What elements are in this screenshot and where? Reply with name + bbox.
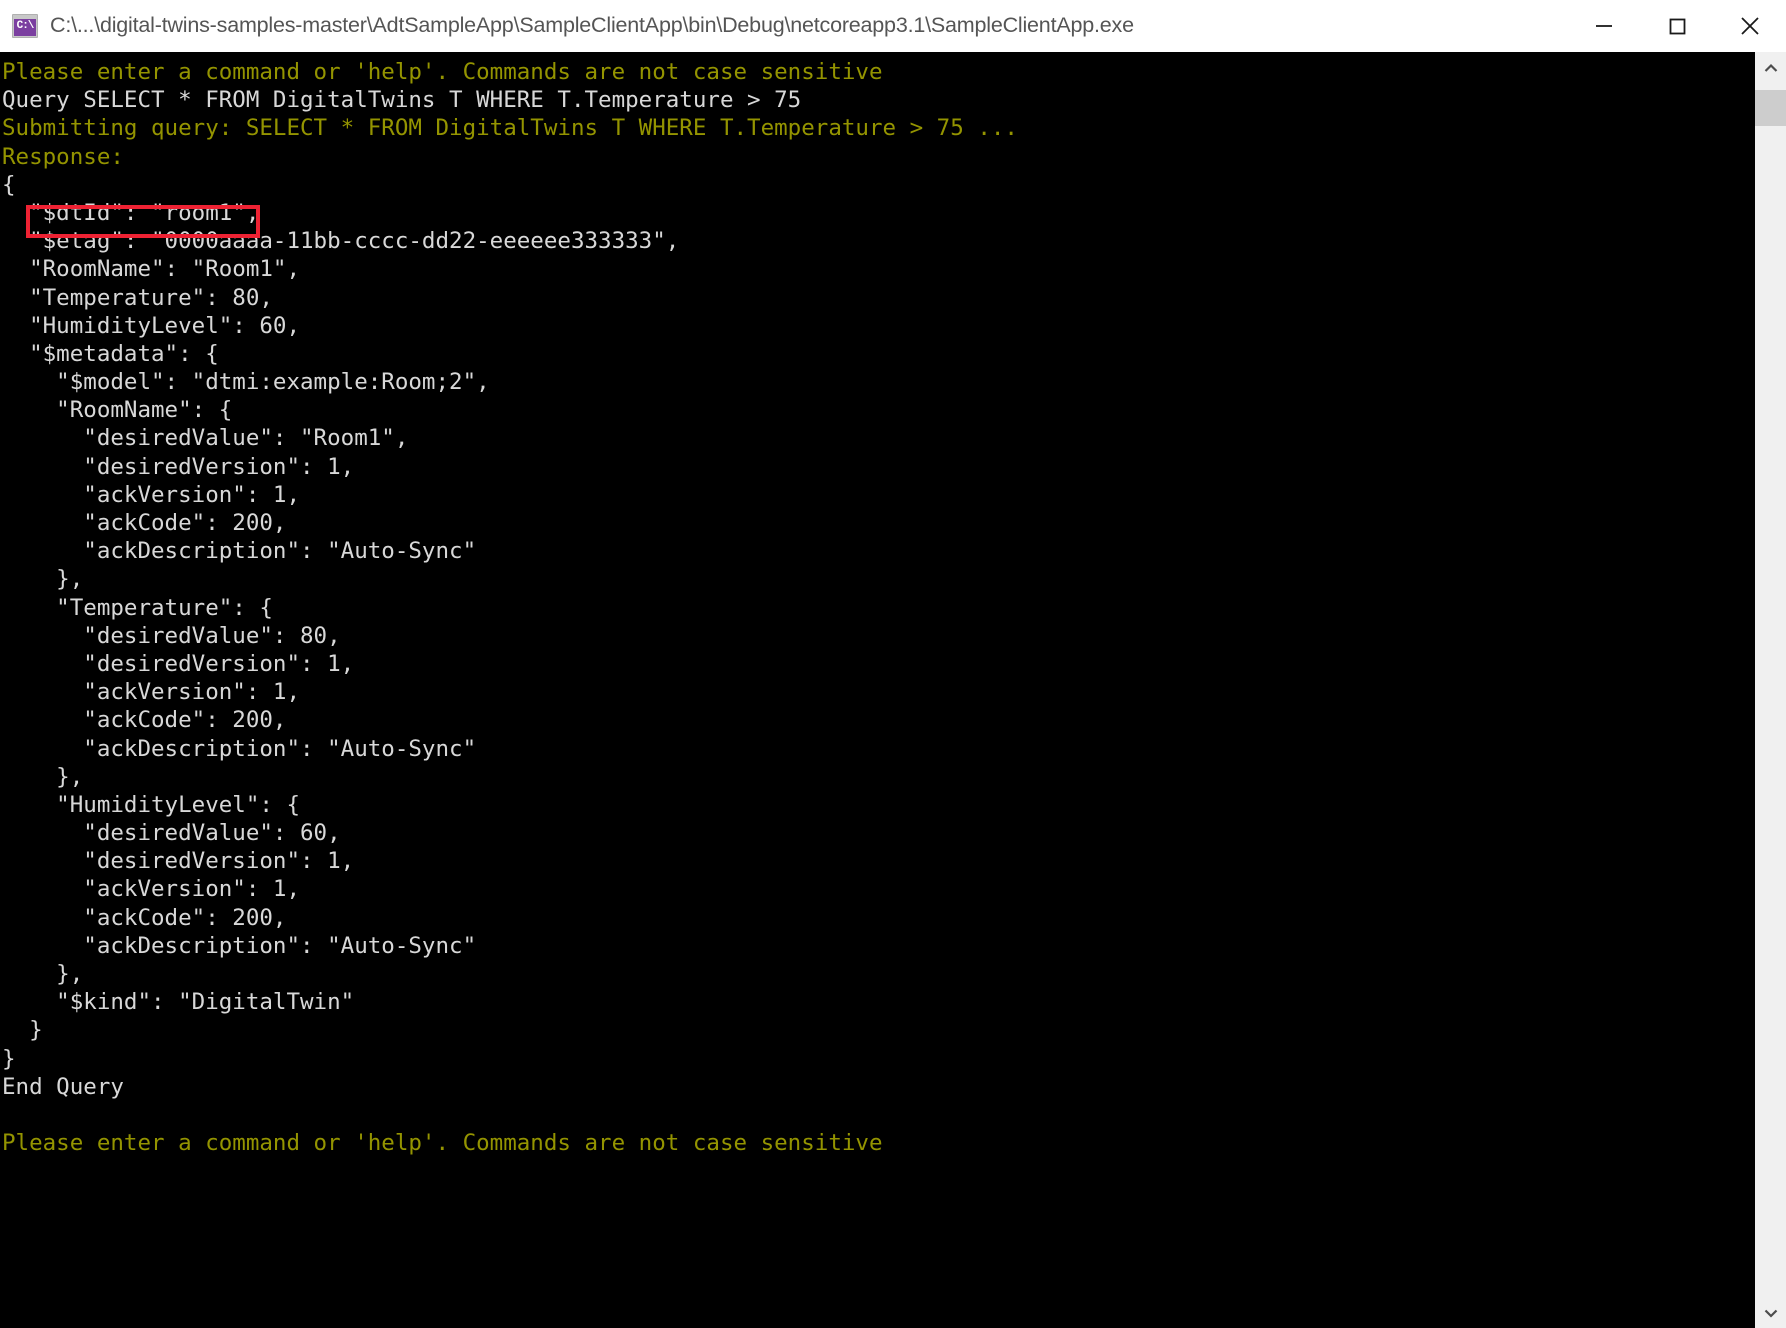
vertical-scrollbar[interactable] <box>1755 52 1786 1328</box>
console-line: "Temperature": 80, <box>2 284 273 311</box>
console-line: "desiredValue": 80, <box>2 622 341 649</box>
console-line: "ackCode": 200, <box>2 904 287 931</box>
console-line: "desiredVersion": 1, <box>2 848 355 875</box>
console-line: "$model": "dtmi:example:Room;2", <box>2 369 490 396</box>
console-line: "desiredVersion": 1, <box>2 453 355 480</box>
console-line: "$etag": "0000aaaa-11bb-cccc-dd22-eeeeee… <box>2 228 680 255</box>
scroll-up-button[interactable] <box>1755 52 1786 83</box>
minimize-button[interactable] <box>1567 0 1640 52</box>
console-line: Please enter a command or 'help'. Comman… <box>2 1130 883 1157</box>
console-line: "$dtId": "room1", <box>2 199 260 226</box>
console-window: C:\ C:\...\digital-twins-samples-master\… <box>0 0 1786 1328</box>
console-line: "ackVersion": 1, <box>2 876 301 903</box>
console-line: "desiredValue": "Room1", <box>2 425 409 452</box>
console-line: "RoomName": { <box>2 397 233 424</box>
console-cmd-icon: C:\ <box>12 13 38 38</box>
console-line: } <box>2 1045 16 1072</box>
console-line: "ackDescription": "Auto-Sync" <box>2 735 477 762</box>
console-line: "HumidityLevel": { <box>2 791 301 818</box>
console-output-area[interactable]: Please enter a command or 'help'. Comman… <box>0 52 1755 1328</box>
title-bar: C:\ C:\...\digital-twins-samples-master\… <box>0 0 1786 52</box>
console-line: "$kind": "DigitalTwin" <box>2 989 355 1016</box>
console-line: "desiredValue": 60, <box>2 820 341 847</box>
console-line: Submitting query: SELECT * FROM DigitalT… <box>2 115 1018 142</box>
console-line: }, <box>2 566 84 593</box>
console-line: "HumidityLevel": 60, <box>2 312 301 339</box>
console-line: "ackCode": 200, <box>2 707 287 734</box>
console-line: Please enter a command or 'help'. Comman… <box>2 59 883 85</box>
console-line: "ackDescription": "Auto-Sync" <box>2 932 477 959</box>
scroll-down-button[interactable] <box>1755 1297 1786 1328</box>
console-line: "ackCode": 200, <box>2 510 287 536</box>
console-line: } <box>2 1017 43 1044</box>
console-line: "RoomName": "Room1", <box>2 256 301 283</box>
maximize-button[interactable] <box>1640 0 1713 52</box>
scrollbar-thumb[interactable] <box>1755 90 1786 126</box>
close-button[interactable] <box>1713 0 1786 52</box>
console-line: Query SELECT * FROM DigitalTwins T WHERE… <box>2 87 802 114</box>
console-line: }, <box>2 961 84 987</box>
console-line: }, <box>2 763 84 790</box>
console-text: Please enter a command or 'help'. Comman… <box>2 58 1755 1157</box>
console-line: "ackVersion": 1, <box>2 481 301 508</box>
console-line: "Temperature": { <box>2 594 273 621</box>
window-controls <box>1567 0 1786 52</box>
icon-glyph-text: C:\ <box>16 19 35 32</box>
console-line: "ackVersion": 1, <box>2 679 301 706</box>
console-line: { <box>2 171 16 198</box>
console-line: "desiredVersion": 1, <box>2 650 355 677</box>
console-line: End Query <box>2 1073 124 1100</box>
console-line: Response: <box>2 143 124 170</box>
console-line: "$metadata": { <box>2 340 219 367</box>
window-title: C:\...\digital-twins-samples-master\AdtS… <box>50 13 1134 37</box>
console-line: "ackDescription": "Auto-Sync" <box>2 538 477 565</box>
